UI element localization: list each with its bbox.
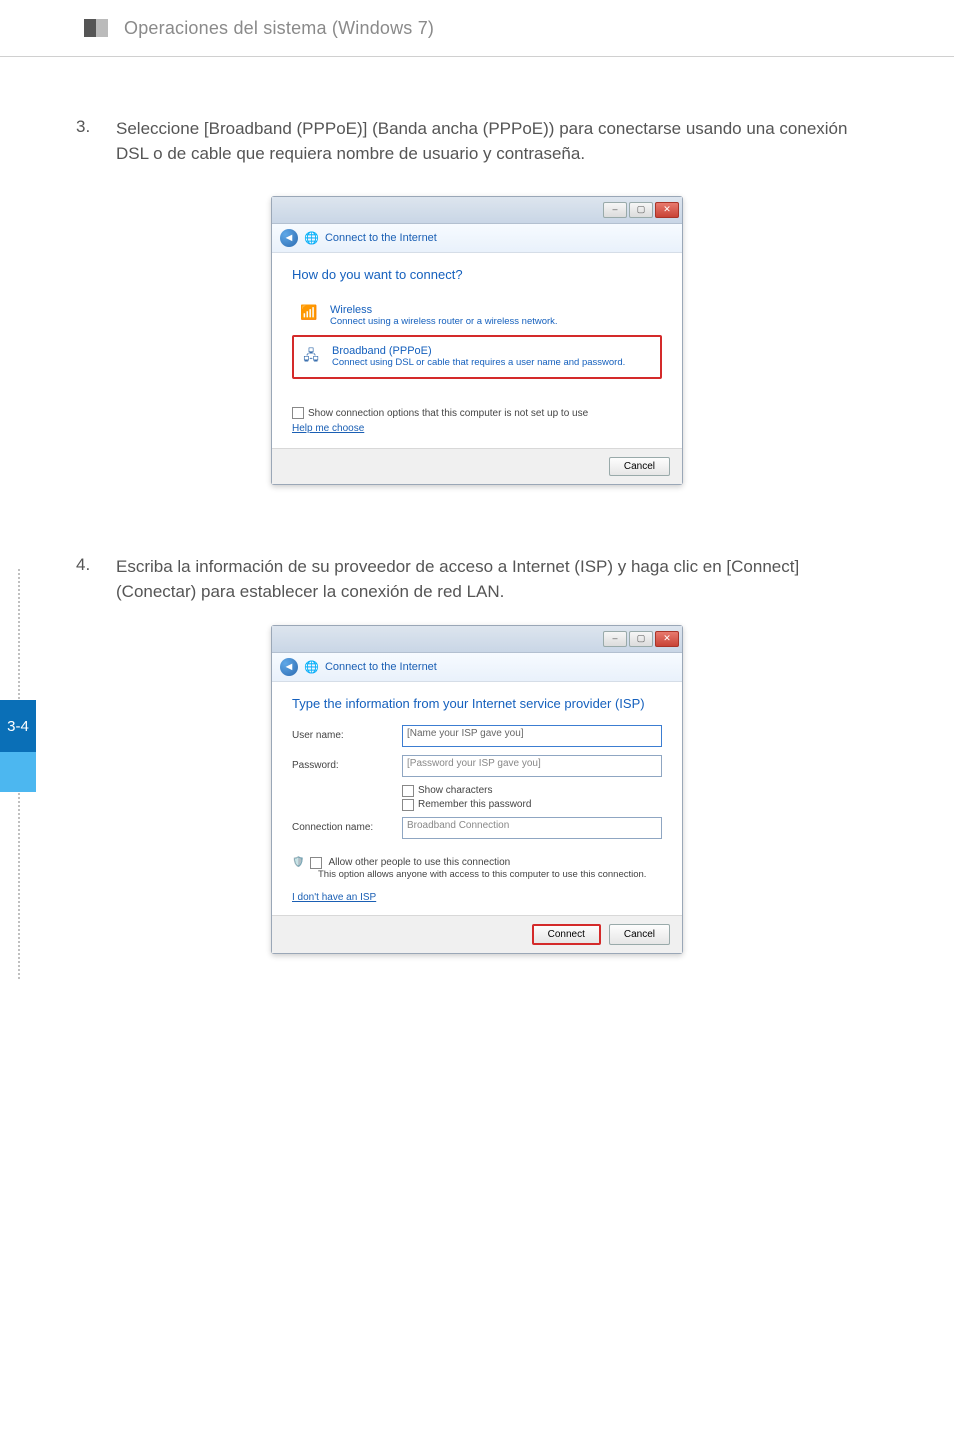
shield-icon: 🛡️ [292,857,304,868]
checkbox-icon[interactable] [292,407,304,419]
breadcrumb-text: Connect to the Internet [325,661,437,673]
broadband-sub: Connect using DSL or cable that requires… [332,357,625,368]
username-input[interactable]: [Name your ISP gave you] [402,725,662,747]
option-broadband[interactable]: 🖧 Broadband (PPPoE) Connect using DSL or… [292,335,662,379]
wireless-sub: Connect using a wireless router or a wir… [330,316,558,327]
password-input[interactable]: [Password your ISP gave you] [402,755,662,777]
breadcrumb-text: Connect to the Internet [325,232,437,244]
close-button[interactable]: ✕ [655,202,679,218]
connect-dialog-choose: – ▢ ✕ ◄ 🌐 Connect to the Internet How do… [271,196,683,485]
close-button[interactable]: ✕ [655,631,679,647]
back-icon[interactable]: ◄ [280,658,298,676]
chapter-header: Operaciones del sistema (Windows 7) [0,0,954,57]
wireless-icon: 📶 [298,304,320,321]
cancel-button[interactable]: Cancel [609,457,670,476]
checkbox-icon[interactable] [310,857,322,869]
show-characters-checkbox[interactable]: Show characters [402,785,662,797]
help-me-choose-link[interactable]: Help me choose [292,423,364,434]
step-3-number: 3. [76,117,116,166]
window-titlebar: – ▢ ✕ [272,626,682,653]
globe-icon: 🌐 [304,231,319,245]
minimize-button[interactable]: – [603,631,627,647]
dialog-heading: How do you want to connect? [292,267,662,282]
connect-dialog-form: – ▢ ✕ ◄ 🌐 Connect to the Internet Type t… [271,625,683,954]
maximize-button[interactable]: ▢ [629,202,653,218]
connection-name-label: Connection name: [292,822,402,833]
show-options-label: Show connection options that this comput… [308,408,588,419]
globe-icon: 🌐 [304,660,319,674]
maximize-button[interactable]: ▢ [629,631,653,647]
broadband-title: Broadband (PPPoE) [332,345,625,357]
step-4-number: 4. [76,555,116,604]
checkbox-icon[interactable] [402,799,414,811]
cancel-button[interactable]: Cancel [609,924,670,945]
back-icon[interactable]: ◄ [280,229,298,247]
allow-desc: This option allows anyone with access to… [318,869,662,880]
show-options-checkbox-row[interactable]: Show connection options that this comput… [292,407,662,419]
breadcrumb-bar: ◄ 🌐 Connect to the Internet [272,653,682,682]
window-titlebar: – ▢ ✕ [272,197,682,224]
checkbox-icon[interactable] [402,785,414,797]
allow-title: Allow other people to use this connectio… [328,857,510,868]
dialog-heading: Type the information from your Internet … [292,696,662,711]
broadband-icon: 🖧 [300,345,322,369]
username-label: User name: [292,730,402,741]
remember-label: Remember this password [418,799,531,810]
step-4-text: Escriba la información de su proveedor d… [116,555,878,604]
allow-others-checkbox[interactable]: 🛡️ Allow other people to use this connec… [292,857,662,869]
connection-name-input[interactable]: Broadband Connection [402,817,662,839]
breadcrumb-bar: ◄ 🌐 Connect to the Internet [272,224,682,253]
option-wireless[interactable]: 📶 Wireless Connect using a wireless rout… [292,296,662,335]
password-label: Password: [292,760,402,771]
show-chars-label: Show characters [418,785,492,796]
minimize-button[interactable]: – [603,202,627,218]
step-3: 3. Seleccione [Broadband (PPPoE)] (Banda… [76,117,878,166]
connect-button[interactable]: Connect [532,924,601,945]
wireless-title: Wireless [330,304,558,316]
step-4: 4. Escriba la información de su proveedo… [76,555,878,604]
no-isp-link[interactable]: I don't have an ISP [292,892,376,903]
header-marker-icon [84,19,108,37]
step-3-text: Seleccione [Broadband (PPPoE)] (Banda an… [116,117,878,166]
chapter-title: Operaciones del sistema (Windows 7) [124,18,434,39]
remember-password-checkbox[interactable]: Remember this password [402,799,662,811]
